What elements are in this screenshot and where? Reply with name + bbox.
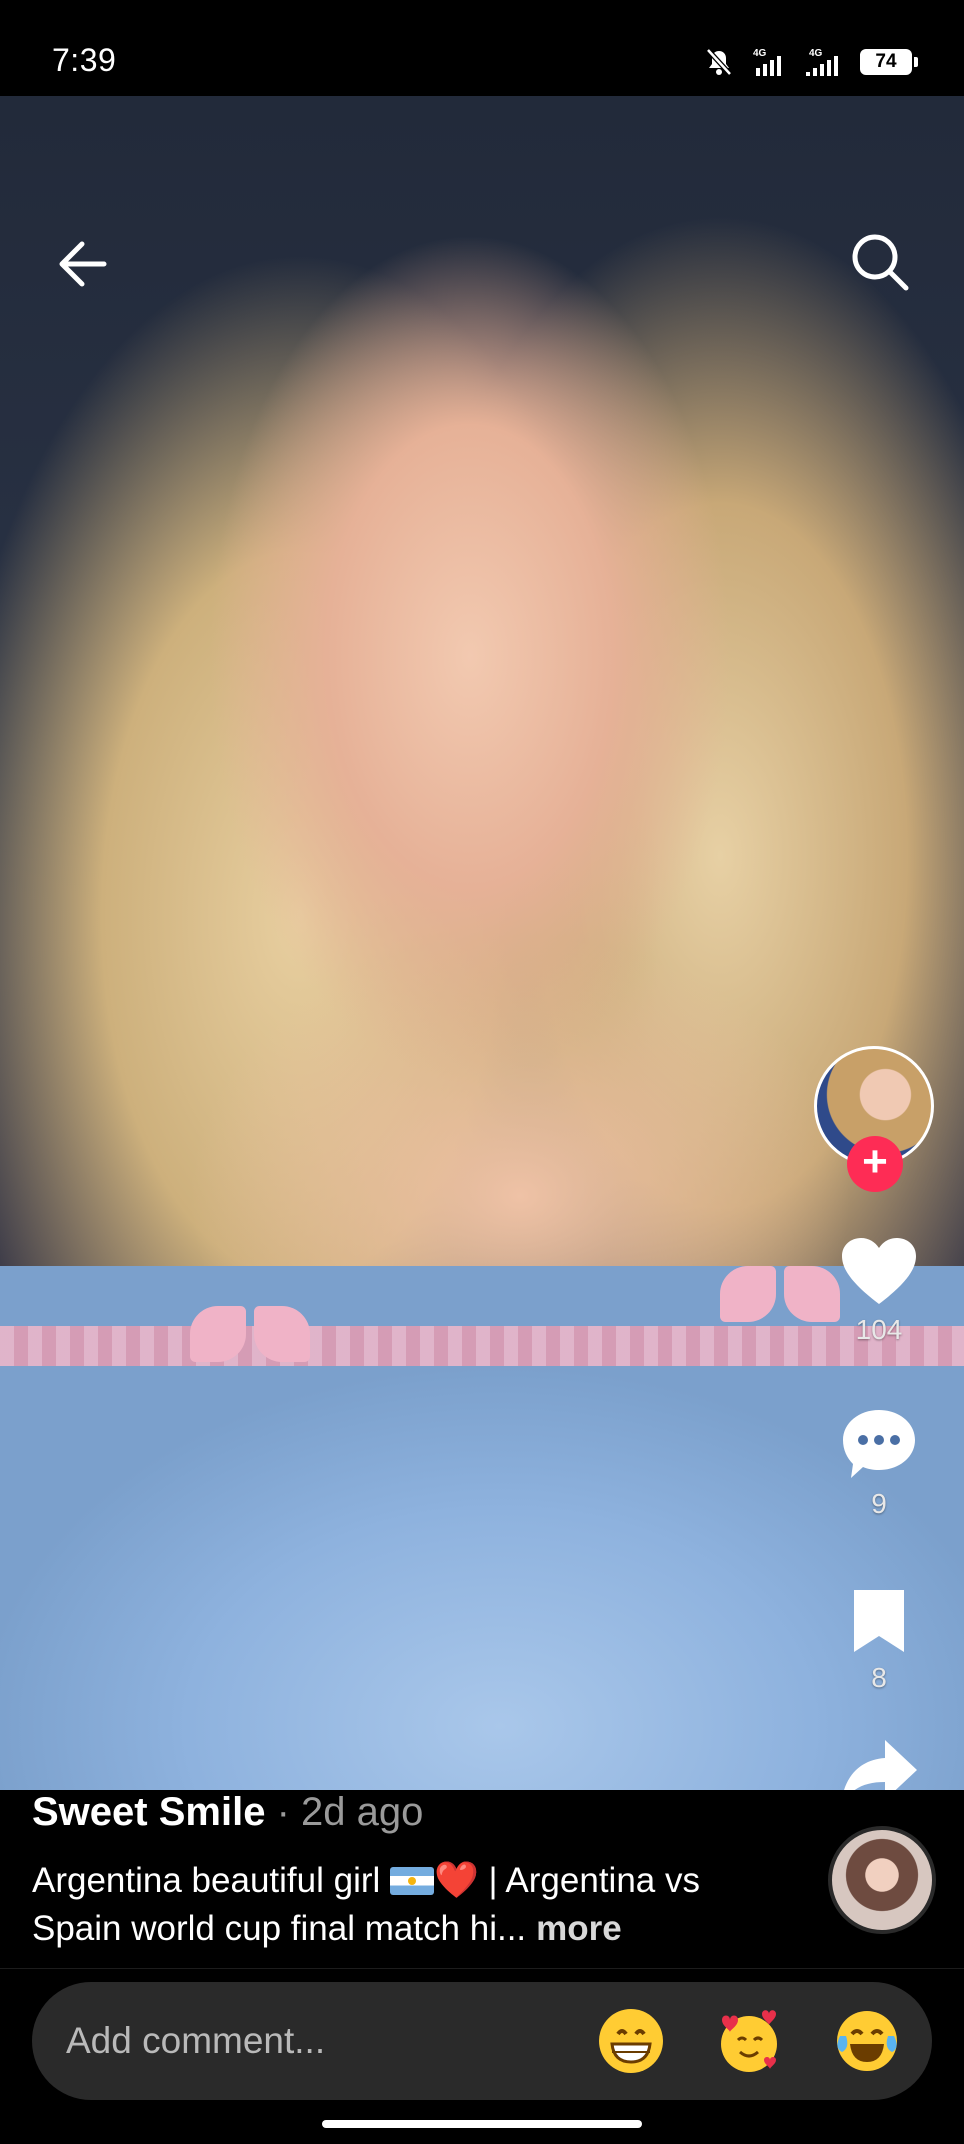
network-label-2: 4G bbox=[809, 48, 823, 59]
save-count: 8 bbox=[871, 1662, 887, 1693]
signal-icon: 4G bbox=[806, 48, 838, 76]
status-time: 7:39 bbox=[52, 42, 117, 78]
video-frame-bow-left bbox=[190, 1296, 310, 1386]
creator-avatar-wrap: + bbox=[814, 1046, 934, 1192]
like-button[interactable]: 104 bbox=[794, 1236, 964, 1346]
follow-button[interactable]: + bbox=[847, 1136, 903, 1192]
save-button[interactable]: 8 bbox=[794, 1586, 964, 1694]
argentina-flag-icon bbox=[390, 1867, 434, 1895]
more-link[interactable]: more bbox=[536, 1909, 622, 1948]
post-description[interactable]: Argentina beautiful girl ❤️ | Argentina … bbox=[32, 1856, 792, 1953]
author-line: Sweet Smile · 2d ago bbox=[32, 1790, 423, 1835]
status-icons: 4G 4G 74 bbox=[704, 46, 918, 78]
comment-count: 9 bbox=[871, 1488, 887, 1519]
signal-icon: 4G bbox=[753, 48, 781, 76]
comment-placeholder: Add comment... bbox=[66, 2020, 326, 2061]
video-player[interactable]: + 104 9 8 3 bbox=[0, 96, 964, 1790]
share-arrow-icon bbox=[844, 1740, 917, 1790]
separator-dot: · bbox=[276, 1790, 290, 1834]
back-arrow-icon[interactable] bbox=[52, 234, 112, 294]
music-disc-icon[interactable] bbox=[828, 1826, 936, 1934]
comment-input[interactable]: Add comment... bbox=[32, 1982, 932, 2100]
home-indicator[interactable] bbox=[322, 2120, 642, 2128]
divider bbox=[0, 1968, 964, 1969]
red-heart-emoji: ❤️ bbox=[434, 1859, 479, 1900]
status-bar: 7:39 4G 4G 74 bbox=[0, 0, 964, 96]
comment-bubble-icon bbox=[843, 1410, 915, 1478]
share-button[interactable]: 3 bbox=[794, 1736, 964, 1790]
grinning-emoji[interactable] bbox=[596, 2006, 666, 2076]
battery-icon: 74 bbox=[860, 49, 918, 75]
heart-icon bbox=[842, 1238, 916, 1304]
bookmark-icon bbox=[854, 1590, 904, 1652]
description-text-1: Argentina beautiful girl bbox=[32, 1861, 390, 1900]
author-name[interactable]: Sweet Smile bbox=[32, 1790, 265, 1834]
post-time: 2d ago bbox=[301, 1790, 424, 1834]
tears-of-joy-emoji[interactable] bbox=[832, 2006, 902, 2076]
search-icon[interactable] bbox=[848, 230, 912, 294]
bell-muted-icon bbox=[706, 48, 732, 76]
post-caption: Sweet Smile · 2d ago Argentina beautiful… bbox=[0, 1790, 964, 1970]
like-count: 104 bbox=[855, 1314, 903, 1345]
network-label-1: 4G bbox=[753, 48, 767, 59]
smiling-hearts-emoji[interactable] bbox=[714, 2006, 784, 2076]
comment-button[interactable]: 9 bbox=[794, 1406, 964, 1520]
